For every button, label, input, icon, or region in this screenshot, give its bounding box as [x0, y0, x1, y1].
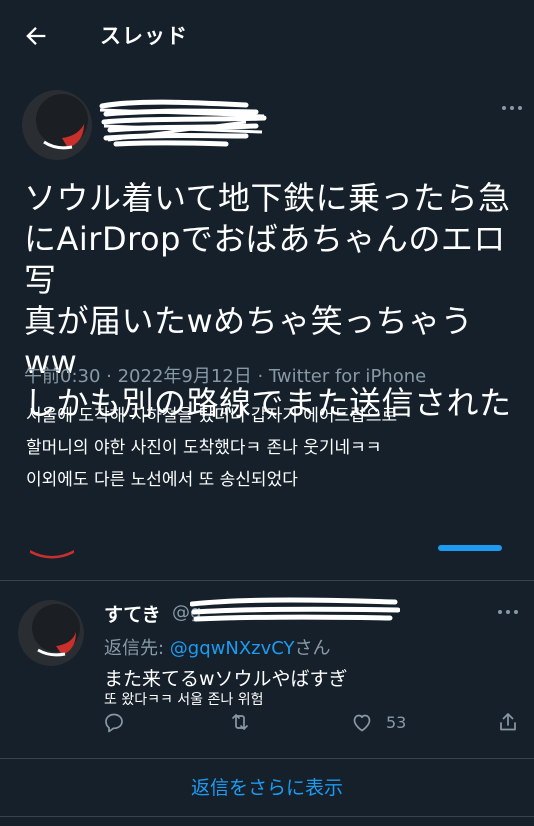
reply-author-name[interactable]: すてき	[104, 600, 161, 627]
translation-line: 할머니의 야한 사진이 도착했다ㅋ 존나 웃기네ㅋㅋ	[26, 438, 382, 458]
reply-to-mention[interactable]: @gqwNXzvCY	[170, 638, 295, 659]
cropped-button-fragment	[438, 545, 502, 551]
reply-translation: 또 왔다ㅋㅋ 서울 존나 위험	[104, 692, 264, 708]
tweet-text-line: ソウル着いて地下鉄に乗ったら急	[24, 179, 511, 217]
divider	[0, 758, 534, 759]
more-horizontal-icon[interactable]	[502, 106, 526, 114]
divider	[0, 580, 534, 581]
arrow-left-icon[interactable]	[22, 22, 50, 50]
translation-caption: 서울에 도착해 지하철을 탔더니 갑자기 에어드랍으로 할머니의 야한 사진이 …	[26, 400, 516, 496]
translation-line: 이외에도 다른 노선에서 또 송신되었다	[26, 470, 298, 490]
reply-to-line: 返信先: @gqwNXzvCYさん	[104, 634, 331, 660]
tweet-text-line: にAirDropでおばあちゃんのエロ写	[24, 220, 506, 299]
redacted-username	[96, 96, 268, 152]
retweet-icon[interactable]	[228, 710, 252, 736]
share-icon[interactable]	[496, 710, 520, 736]
divider	[0, 816, 534, 817]
like-count: 53	[386, 713, 407, 732]
show-more-replies-button[interactable]: 返信をさらに表示	[0, 760, 534, 816]
redacted-handle	[190, 594, 400, 624]
page-title: スレッド	[100, 24, 188, 48]
comment-icon[interactable]	[102, 710, 126, 736]
thread-header: スレッド	[0, 0, 534, 72]
reply-to-prefix: 返信先:	[104, 638, 170, 659]
translation-line: 서울에 도착해 지하철을 탔더니 갑자기 에어드랍으로	[26, 406, 398, 426]
cropped-avatar-fragment	[30, 544, 74, 559]
reply-avatar[interactable]	[18, 600, 84, 666]
reply-to-suffix: さん	[294, 638, 331, 659]
avatar[interactable]	[22, 90, 92, 160]
tweet-timestamp[interactable]: 午前0:30 · 2022年9月12日 · Twitter for iPhone	[24, 362, 426, 388]
heart-icon[interactable]	[350, 710, 374, 736]
more-horizontal-icon[interactable]	[498, 610, 522, 618]
reply-text: また来てるwソウルやばすぎ	[104, 668, 348, 690]
